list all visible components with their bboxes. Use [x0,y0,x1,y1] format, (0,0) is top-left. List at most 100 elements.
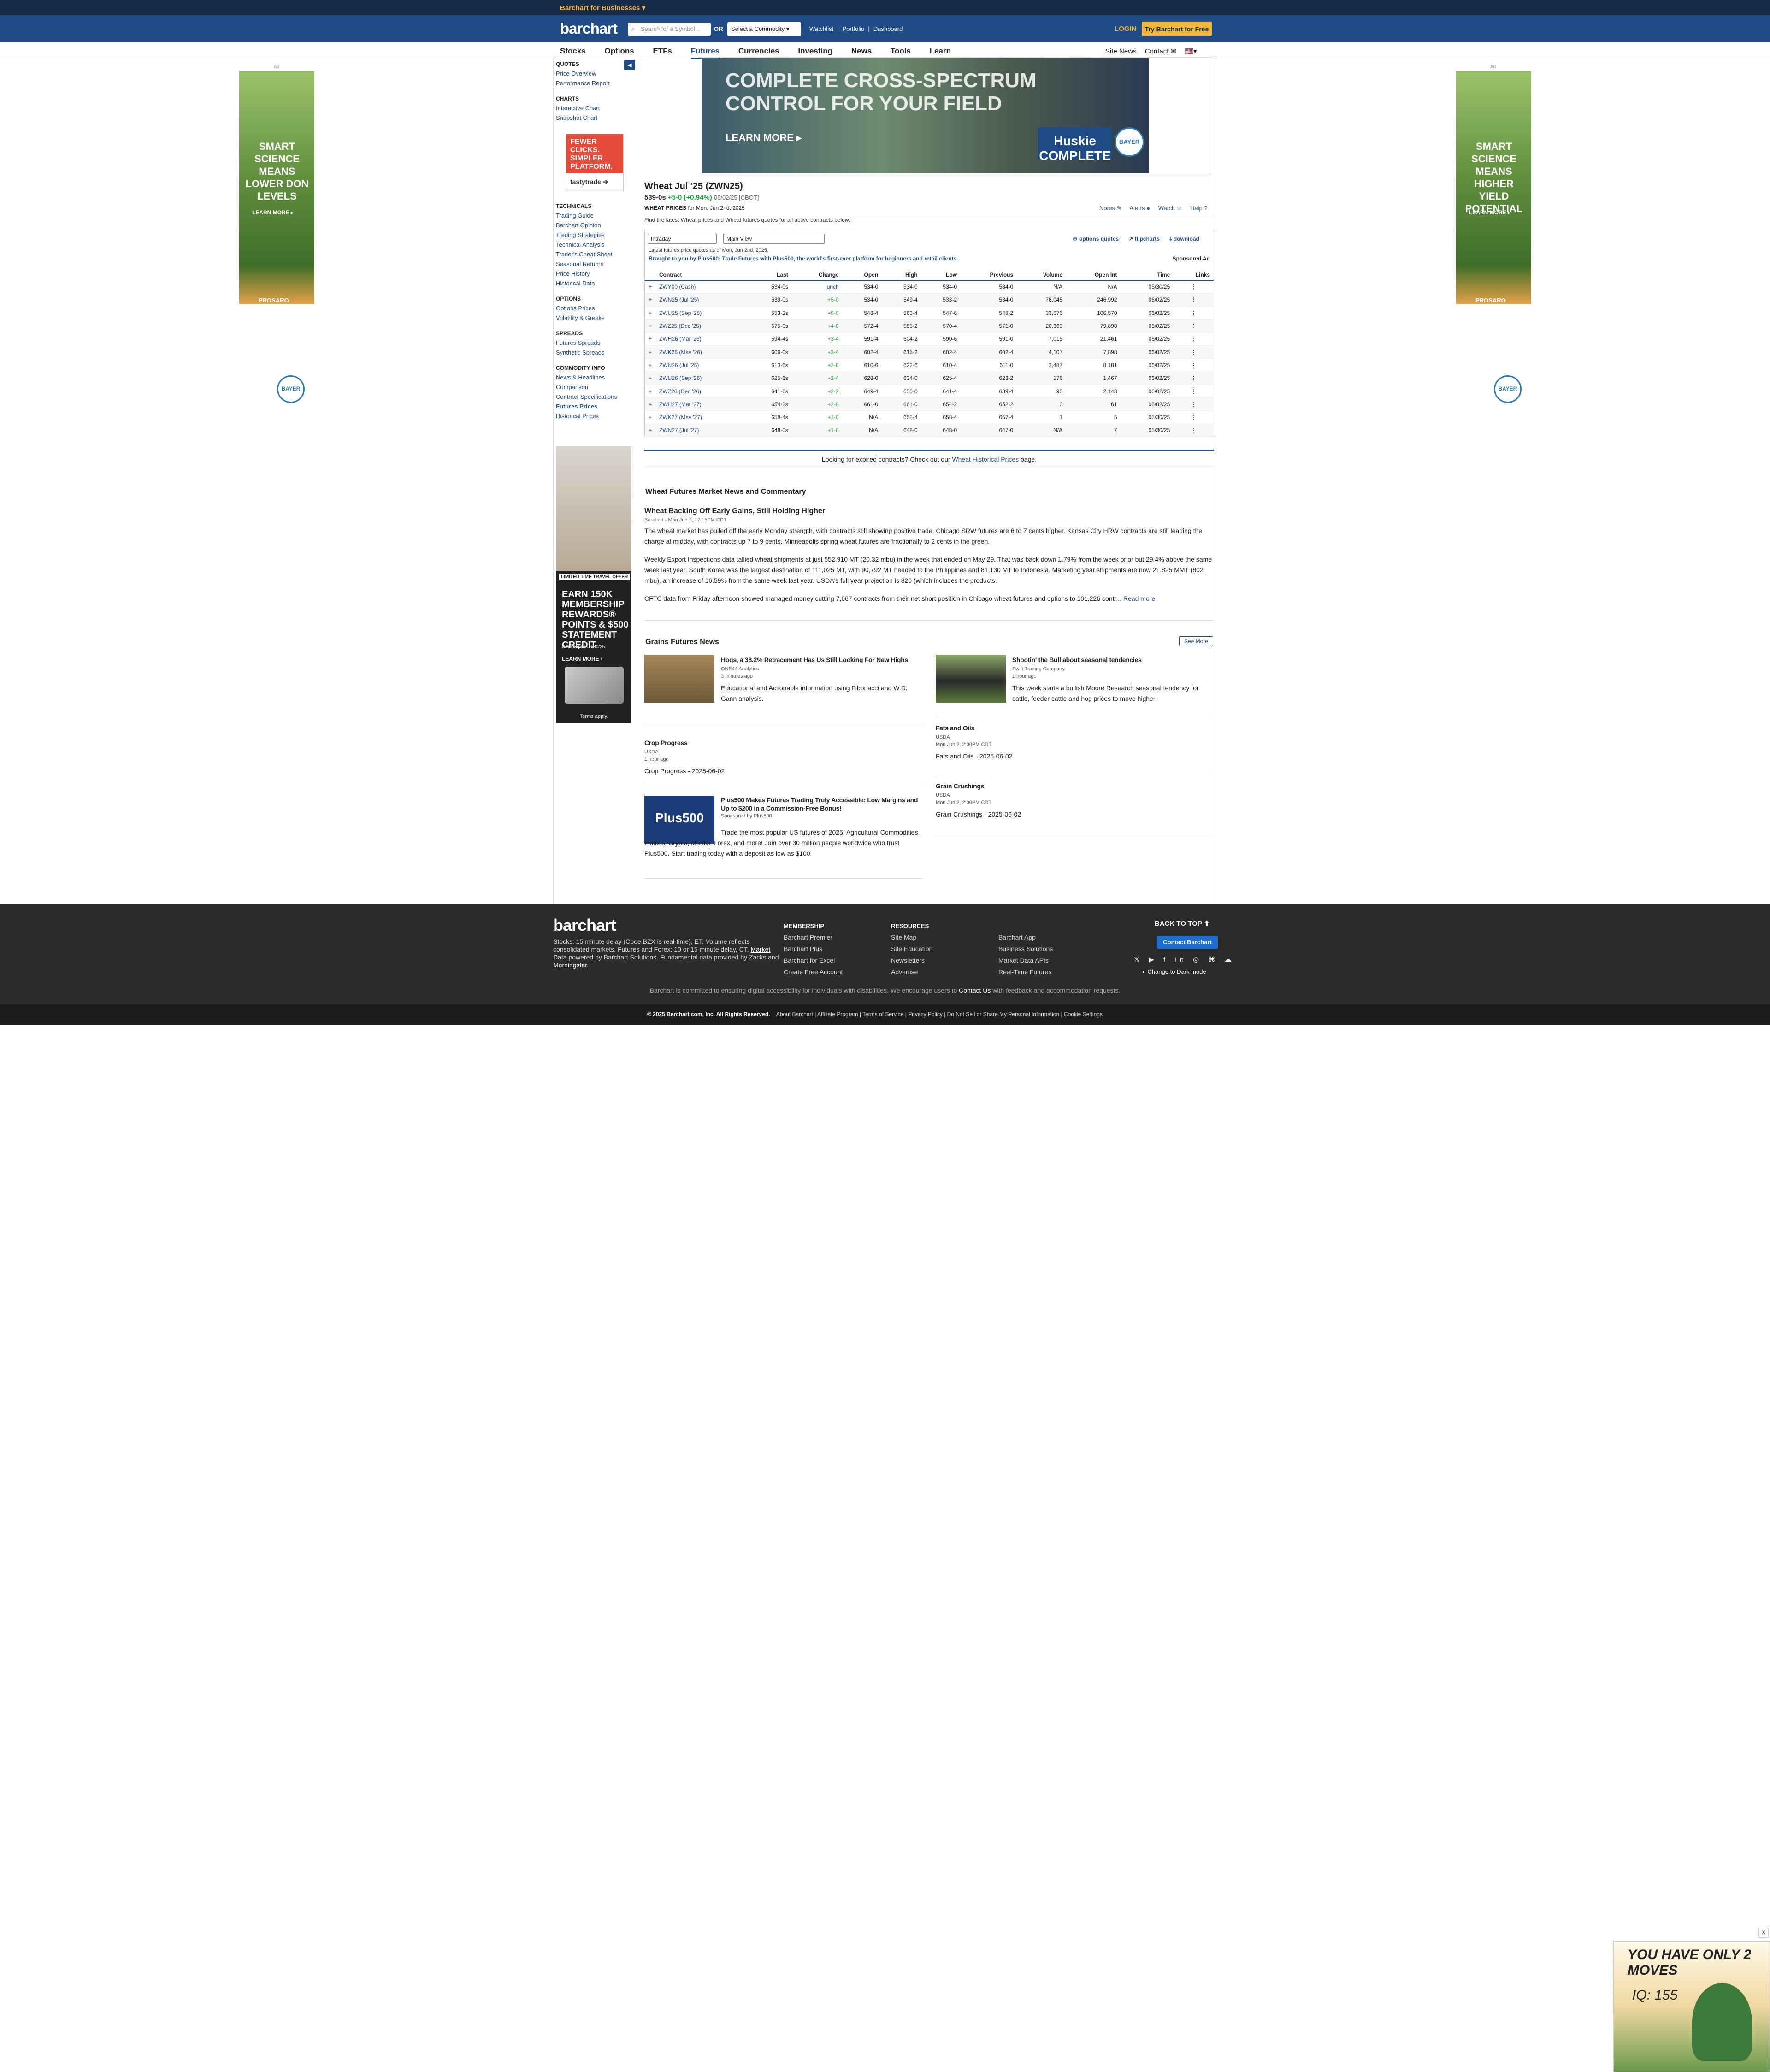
sidebar-item-volatility-greeks[interactable]: Volatility & Greeks [556,313,635,323]
contract-link[interactable]: ZWK27 (May '27) [655,410,748,424]
tab-investing[interactable]: Investing [798,47,832,55]
expand-row-icon[interactable]: + [645,385,656,398]
sidebar-item-news-headlines[interactable]: News & Headlines [556,373,635,382]
tab-options[interactable]: Options [604,47,634,55]
col-change[interactable]: Change [791,269,843,281]
footer-link[interactable]: Barchart Premier [784,932,843,943]
row-menu-icon[interactable]: ⋮ [1174,424,1214,438]
news-card[interactable]: Crop Progress USDA 1 hour ago Crop Progr… [644,738,921,776]
row-menu-icon[interactable]: ⋮ [1174,358,1214,372]
footer-link[interactable]: Site Map [891,932,932,943]
contract-link[interactable]: ZWU26 (Sep '26) [655,372,748,385]
morningstar-link[interactable]: Morningstar [553,961,587,969]
news-card[interactable]: Grain Crushings USDA Mon Jun 2, 2:00PM C… [936,781,1212,820]
sidebar-item-trading-guide[interactable]: Trading Guide [556,211,635,220]
footer-link[interactable]: Market Data APIs [998,955,1053,966]
login-link[interactable]: LOGIN [1115,25,1137,33]
sidebar-item-barchart-opinion[interactable]: Barchart Opinion [556,220,635,230]
sidebar-item-synthetic-spreads[interactable]: Synthetic Spreads [556,348,635,357]
sidebar-item-futures-spreads[interactable]: Futures Spreads [556,338,635,348]
sidebar-item-historical-data[interactable]: Historical Data [556,278,635,288]
news-card[interactable]: Hogs, a 38.2% Retracement Has Us Still L… [644,655,921,710]
sidebar-item-trading-strategies[interactable]: Trading Strategies [556,230,635,240]
try-free-button[interactable]: Try Barchart for Free [1142,22,1212,36]
col-high[interactable]: High [882,269,921,281]
expand-row-icon[interactable]: + [645,332,656,346]
contract-link[interactable]: ZWH26 (Mar '26) [655,332,748,346]
contract-link[interactable]: ZWK26 (May '26) [655,345,748,359]
tab-news[interactable]: News [851,47,872,55]
close-icon[interactable]: x [1758,1928,1769,1938]
contract-link[interactable]: ZWY00 (Cash) [655,280,748,294]
tab-stocks[interactable]: Stocks [560,47,586,55]
expand-row-icon[interactable]: + [645,306,656,320]
period-select[interactable]: Intraday [648,234,717,244]
col-volume[interactable]: Volume [1017,269,1067,281]
footer-link[interactable]: Create Free Account [784,966,843,978]
site-news-link[interactable]: Site News [1105,47,1137,55]
footer-link[interactable]: Site Education [891,943,932,955]
col-last[interactable]: Last [747,269,792,281]
sidebar-item-interactive-chart[interactable]: Interactive Chart [556,103,635,113]
tab-tools[interactable]: Tools [891,47,911,55]
tab-learn[interactable]: Learn [930,47,951,55]
sidebar-item-performance-report[interactable]: Performance Report [556,78,635,88]
left-skyscraper-ad[interactable]: SMART SCIENCE MEANS LOWER DON LEVELS LEA… [239,71,314,403]
col-open-int[interactable]: Open Int [1066,269,1121,281]
back-to-top-button[interactable]: BACK TO TOP ⬆ [1155,919,1210,928]
row-menu-icon[interactable]: ⋮ [1174,372,1214,385]
row-menu-icon[interactable]: ⋮ [1174,293,1214,307]
sidebar-item-cheat-sheet[interactable]: Trader's Cheat Sheet [556,249,635,259]
footer-link[interactable]: Business Solutions [998,943,1053,955]
expand-row-icon[interactable]: + [645,424,656,438]
notes-button[interactable]: Notes ✎ [1099,205,1121,212]
row-menu-icon[interactable]: ⋮ [1174,319,1214,333]
barchart-logo[interactable]: barchart [560,20,618,37]
expand-row-icon[interactable]: + [645,280,656,294]
tab-etfs[interactable]: ETFs [653,47,672,55]
row-menu-icon[interactable]: ⋮ [1174,345,1214,359]
contract-link[interactable]: ZWN27 (Jul '27) [655,424,748,438]
sidebar-item-options-prices[interactable]: Options Prices [556,303,635,313]
language-flag[interactable]: 🇺🇸▾ [1185,47,1197,55]
symbol-search-input[interactable]: ⌕ Search for a Symbol... [628,23,711,36]
footer-link[interactable]: Barchart for Excel [784,955,843,966]
contact-link[interactable]: Contact ✉ [1145,47,1176,55]
row-menu-icon[interactable]: ⋮ [1174,306,1214,320]
sponsor-link[interactable]: Brought to you by Plus500: Trade Futures… [649,255,956,262]
row-menu-icon[interactable]: ⋮ [1174,410,1214,424]
see-more-button[interactable]: See More [1179,636,1213,646]
footer-link[interactable]: Advertise [891,966,932,978]
commodity-select[interactable]: Select a Commodity ▾ [727,22,801,36]
contract-link[interactable]: ZWH27 (Mar '27) [655,397,748,411]
contract-link[interactable]: ZWZ25 (Dec '25) [655,319,748,333]
view-select[interactable]: Main View [723,234,825,244]
expand-row-icon[interactable]: + [645,372,656,385]
help-button[interactable]: Help ? [1190,205,1208,212]
dark-mode-toggle[interactable]: ◐ Change to Dark mode [1142,968,1206,975]
row-menu-icon[interactable]: ⋮ [1174,397,1214,411]
portfolio-link[interactable]: Portfolio [843,25,865,32]
contact-us-link[interactable]: Contact Us [959,987,991,994]
collapse-sidebar-icon[interactable]: ◀ [624,60,635,70]
expand-row-icon[interactable]: + [645,410,656,424]
historical-prices-link[interactable]: Wheat Historical Prices [952,456,1019,463]
sidebar-item-snapshot-chart[interactable]: Snapshot Chart [556,113,635,123]
alerts-button[interactable]: Alerts ● [1129,205,1150,212]
expand-row-icon[interactable]: + [645,293,656,307]
sidebar-item-futures-prices[interactable]: Futures Prices [556,402,635,411]
plus500-sponsored-card[interactable]: Plus500 Plus500 Makes Futures Trading Tr… [644,796,923,872]
tastytrade-ad[interactable]: FEWER CLICKS. SIMPLER PLATFORM. tastytra… [566,134,624,191]
row-menu-icon[interactable]: ⋮ [1174,280,1214,294]
footer-link[interactable]: Newsletters [891,955,932,966]
legal-links[interactable]: About Barchart | Affiliate Program | Ter… [776,1011,1103,1018]
top-banner-ad[interactable]: COMPLETE CROSS-SPECTRUM CONTROL FOR YOUR… [702,58,1149,173]
right-skyscraper-ad[interactable]: SMART SCIENCE MEANS HIGHER YIELD POTENTI… [1456,71,1531,403]
expand-row-icon[interactable]: + [645,358,656,372]
dashboard-link[interactable]: Dashboard [873,25,903,32]
social-icons[interactable]: 𝕏 ▶ f in ◎ ⌘ ☁ [1134,955,1235,964]
footer-logo[interactable]: barchart [553,916,616,935]
watch-button[interactable]: Watch ☆ [1158,205,1182,212]
read-more-link[interactable]: Read more [1123,595,1155,602]
news-card[interactable]: Shootin' the Bull about seasonal tendenc… [936,655,1212,710]
